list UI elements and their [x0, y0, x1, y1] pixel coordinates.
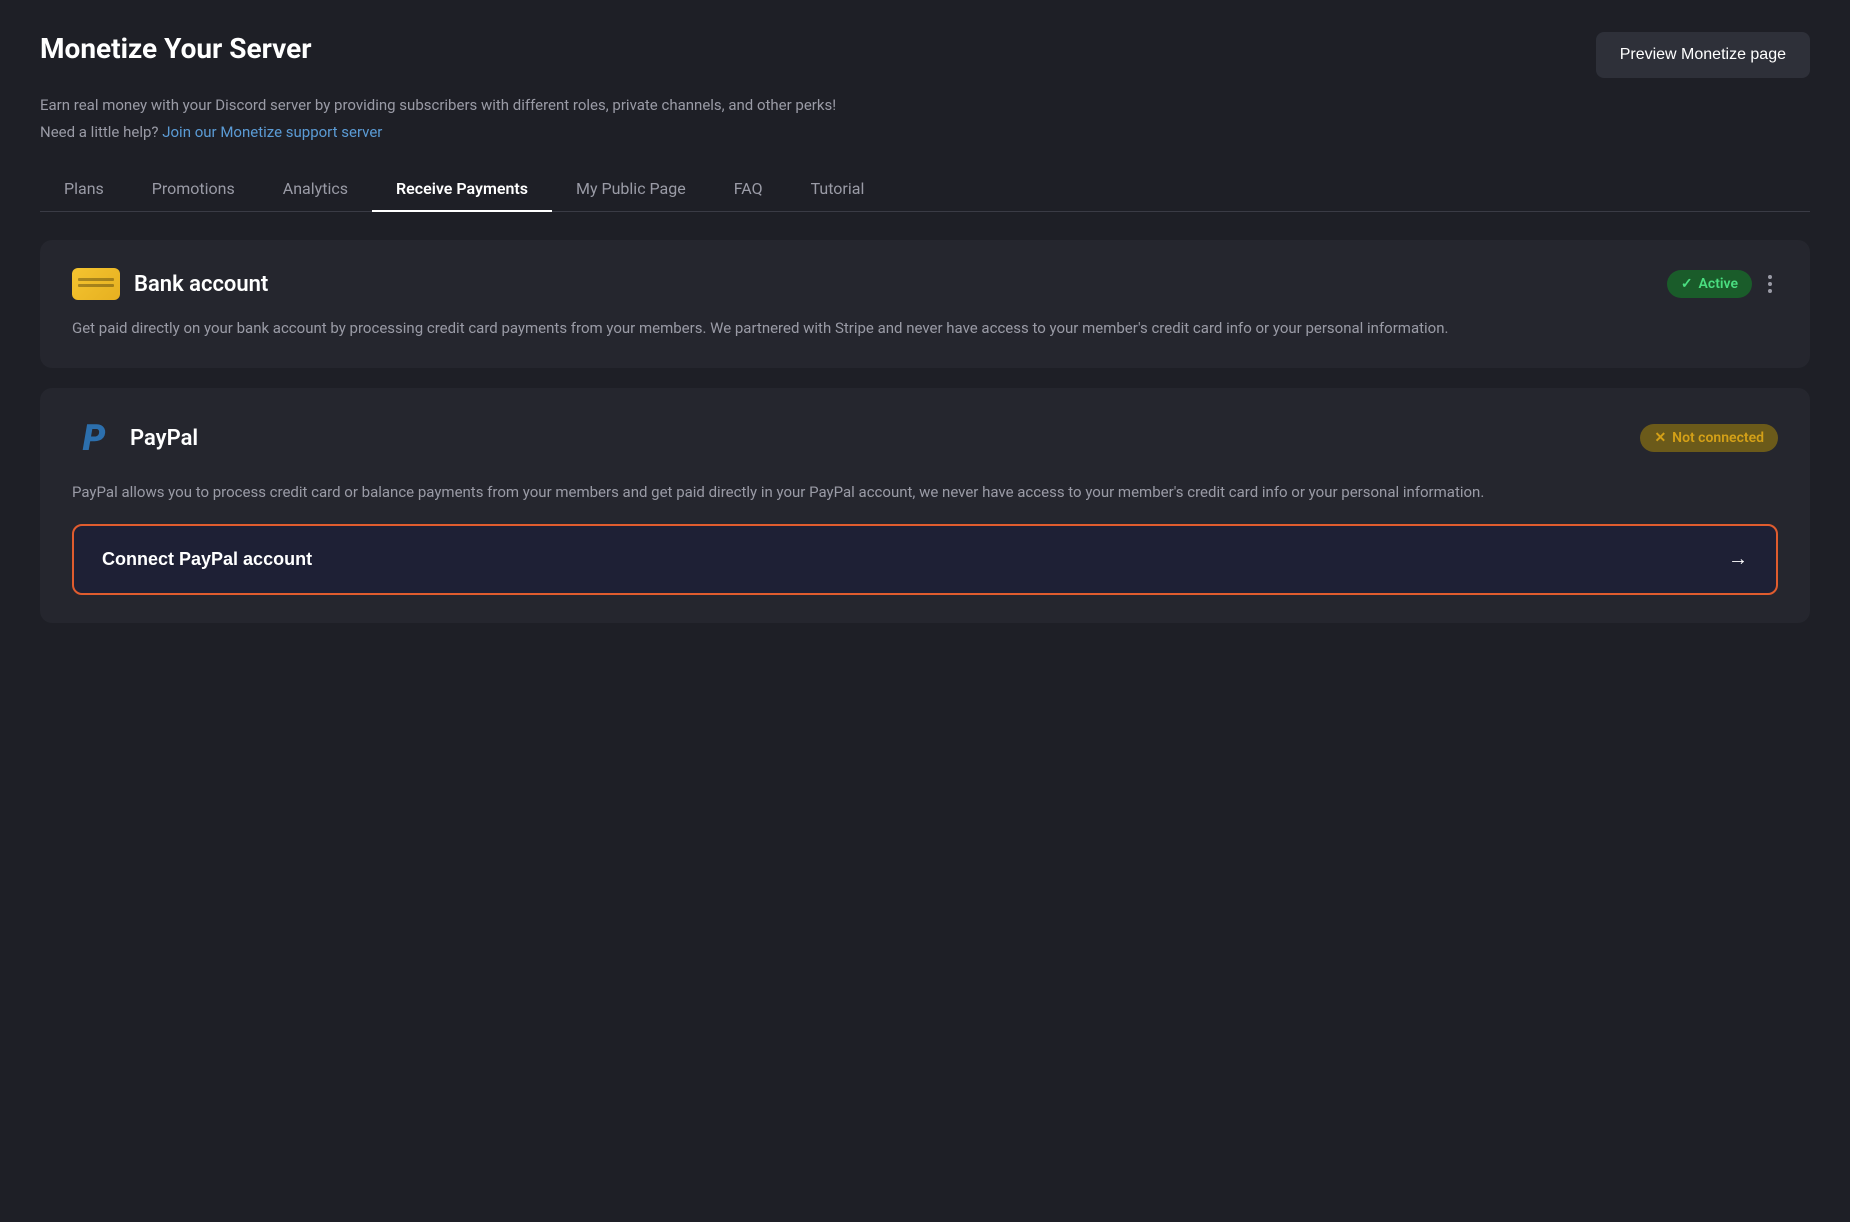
active-badge: ✓ Active: [1667, 270, 1752, 298]
connect-paypal-arrow-icon: →: [1728, 548, 1748, 571]
active-check-icon: ✓: [1681, 276, 1693, 292]
bank-card-title-row: Bank account: [72, 268, 268, 300]
not-connected-badge: ✕ Not connected: [1640, 424, 1778, 452]
dot-1: [1768, 275, 1772, 279]
tab-tutorial[interactable]: Tutorial: [787, 167, 889, 212]
support-text: Need a little help? Join our Monetize su…: [40, 121, 1810, 144]
support-link[interactable]: Join our Monetize support server: [162, 123, 382, 141]
bank-icon: [72, 268, 120, 300]
tab-my-public-page[interactable]: My Public Page: [552, 167, 710, 212]
bank-card-title: Bank account: [134, 272, 268, 297]
page-subtitle: Earn real money with your Discord server…: [40, 94, 1810, 117]
paypal-card-upper: P PayPal ✕ Not connected: [72, 416, 1778, 460]
not-connected-label: Not connected: [1672, 430, 1764, 446]
tab-analytics[interactable]: Analytics: [259, 167, 372, 212]
bank-card-header: Bank account ✓ Active: [72, 268, 1778, 300]
tab-faq[interactable]: FAQ: [710, 167, 787, 212]
paypal-logo-letter: P: [83, 420, 106, 456]
connect-paypal-button[interactable]: Connect PayPal account →: [72, 524, 1778, 595]
paypal-icon: P: [72, 416, 116, 460]
paypal-card-title-row: P PayPal: [72, 416, 198, 460]
tab-receive-payments[interactable]: Receive Payments: [372, 167, 552, 212]
content-area: Bank account ✓ Active Get paid directly …: [40, 240, 1810, 623]
not-connected-x-icon: ✕: [1654, 430, 1666, 446]
connect-paypal-label: Connect PayPal account: [102, 549, 312, 570]
dot-2: [1768, 282, 1772, 286]
bank-card-actions: ✓ Active: [1667, 270, 1778, 298]
tab-promotions[interactable]: Promotions: [128, 167, 259, 212]
preview-monetize-button[interactable]: Preview Monetize page: [1596, 32, 1810, 78]
bank-card-description: Get paid directly on your bank account b…: [72, 316, 1778, 340]
active-label: Active: [1699, 276, 1738, 292]
dot-3: [1768, 289, 1772, 293]
paypal-card-title: PayPal: [130, 426, 198, 451]
bank-account-card: Bank account ✓ Active Get paid directly …: [40, 240, 1810, 368]
tab-plans[interactable]: Plans: [40, 167, 128, 212]
paypal-card: P PayPal ✕ Not connected PayPal allows y…: [40, 388, 1810, 623]
bank-card-menu-button[interactable]: [1762, 271, 1778, 297]
paypal-card-description: PayPal allows you to process credit card…: [72, 480, 1778, 504]
tabs-nav: Plans Promotions Analytics Receive Payme…: [40, 167, 1810, 212]
page-title: Monetize Your Server: [40, 32, 312, 65]
